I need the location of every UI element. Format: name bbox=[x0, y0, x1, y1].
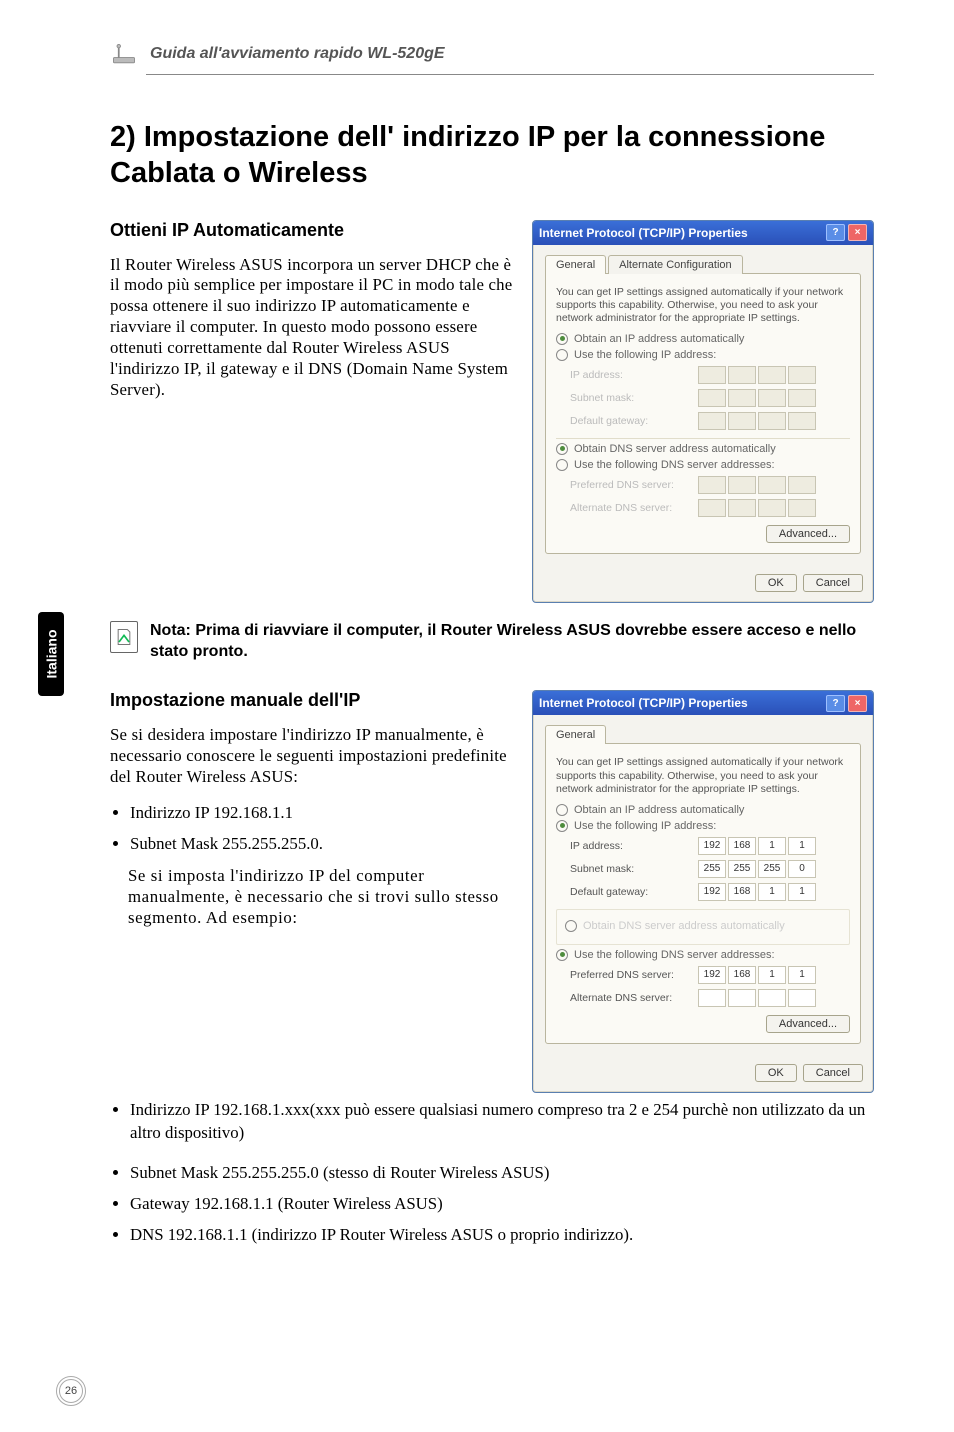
page-number: 26 bbox=[56, 1376, 86, 1406]
note-text: Nota: Prima di riavviare il computer, il… bbox=[150, 621, 874, 663]
lbl-alt-dns: Alternate DNS server: bbox=[570, 992, 690, 1004]
section2-bullets-b: Indirizzo IP 192.168.1.xxx(xxx può esser… bbox=[110, 1099, 874, 1246]
tcpip-dialog-manual: Internet Protocol (TCP/IP) Properties ? … bbox=[532, 690, 874, 1092]
tcpip-dialog-auto: Internet Protocol (TCP/IP) Properties ? … bbox=[532, 220, 874, 603]
list-item: Gateway 192.168.1.1 (Router Wireless ASU… bbox=[130, 1193, 874, 1216]
dialog1-title: Internet Protocol (TCP/IP) Properties bbox=[539, 226, 826, 240]
radio-use-dns[interactable] bbox=[556, 949, 568, 961]
tab-general[interactable]: General bbox=[545, 725, 606, 744]
label-auto-dns: Obtain DNS server address automatically bbox=[574, 443, 776, 455]
radio-auto-dns[interactable] bbox=[556, 443, 568, 455]
dialog1-titlebar: Internet Protocol (TCP/IP) Properties ? … bbox=[533, 221, 873, 245]
advanced-button[interactable]: Advanced... bbox=[766, 525, 850, 543]
dialog1-blurb: You can get IP settings assigned automat… bbox=[556, 286, 850, 325]
close-icon[interactable]: × bbox=[848, 224, 867, 241]
radio-use-ip[interactable] bbox=[556, 349, 568, 361]
radio-auto-ip[interactable] bbox=[556, 804, 568, 816]
ip-seg bbox=[698, 366, 726, 384]
lbl-ip: IP address: bbox=[570, 840, 690, 852]
lbl-subnet: Subnet mask: bbox=[570, 392, 690, 404]
header-underline bbox=[146, 74, 874, 75]
tab-general[interactable]: General bbox=[545, 255, 606, 274]
lbl-ip: IP address: bbox=[570, 369, 690, 381]
close-icon[interactable]: × bbox=[848, 695, 867, 712]
ip-seg[interactable]: 192 bbox=[698, 837, 726, 855]
dialog2-title: Internet Protocol (TCP/IP) Properties bbox=[539, 696, 826, 710]
label-use-dns: Use the following DNS server addresses: bbox=[574, 459, 775, 471]
note-icon bbox=[110, 621, 138, 653]
language-tab: Italiano bbox=[38, 612, 64, 696]
cancel-button[interactable]: Cancel bbox=[803, 1064, 863, 1082]
label-auto-ip: Obtain an IP address automatically bbox=[574, 333, 744, 345]
section1-paragraph: Il Router Wireless ASUS incorpora un ser… bbox=[110, 255, 518, 402]
help-icon[interactable]: ? bbox=[826, 695, 845, 712]
lbl-pref-dns: Preferred DNS server: bbox=[570, 969, 690, 981]
lbl-gateway: Default gateway: bbox=[570, 886, 690, 898]
radio-use-dns[interactable] bbox=[556, 459, 568, 471]
section2-bullets-a: Indirizzo IP 192.168.1.1 Subnet Mask 255… bbox=[110, 802, 518, 855]
section2-indent-para: Se si imposta l'indirizzo IP del compute… bbox=[128, 866, 518, 929]
ok-button[interactable]: OK bbox=[755, 574, 797, 592]
list-item: Indirizzo IP 192.168.1.xxx(xxx può esser… bbox=[130, 1099, 874, 1144]
label-use-ip: Use the following IP address: bbox=[574, 820, 716, 832]
label-use-ip: Use the following IP address: bbox=[574, 349, 716, 361]
tab-alternate[interactable]: Alternate Configuration bbox=[608, 255, 743, 274]
label-auto-dns: Obtain DNS server address automatically bbox=[583, 920, 785, 932]
radio-auto-ip[interactable] bbox=[556, 333, 568, 345]
section2-heading: Impostazione manuale dell'IP bbox=[110, 690, 518, 711]
dialog1-tabs: General Alternate Configuration bbox=[545, 255, 861, 274]
lbl-alt-dns: Alternate DNS server: bbox=[570, 502, 690, 514]
section1-heading: Ottieni IP Automaticamente bbox=[110, 220, 518, 241]
page-header: Guida all'avviamento rapido WL-520gE bbox=[110, 40, 874, 68]
ok-button[interactable]: OK bbox=[755, 1064, 797, 1082]
list-item: Subnet Mask 255.255.255.0 (stesso di Rou… bbox=[130, 1162, 874, 1185]
label-auto-ip: Obtain an IP address automatically bbox=[574, 804, 744, 816]
radio-auto-dns bbox=[565, 920, 577, 932]
list-item: Indirizzo IP 192.168.1.1 bbox=[130, 802, 518, 825]
radio-use-ip[interactable] bbox=[556, 820, 568, 832]
header-title: Guida all'avviamento rapido WL-520gE bbox=[150, 45, 445, 63]
list-item: Subnet Mask 255.255.255.0. bbox=[130, 833, 518, 856]
help-icon[interactable]: ? bbox=[826, 224, 845, 241]
dialog2-titlebar: Internet Protocol (TCP/IP) Properties ? … bbox=[533, 691, 873, 715]
dialog2-tabs: General bbox=[545, 725, 861, 744]
router-icon bbox=[110, 40, 138, 68]
list-item: DNS 192.168.1.1 (indirizzo IP Router Wir… bbox=[130, 1224, 874, 1247]
label-use-dns: Use the following DNS server addresses: bbox=[574, 949, 775, 961]
cancel-button[interactable]: Cancel bbox=[803, 574, 863, 592]
note-box: Nota: Prima di riavviare il computer, il… bbox=[110, 621, 874, 663]
lbl-subnet: Subnet mask: bbox=[570, 863, 690, 875]
lbl-gateway: Default gateway: bbox=[570, 415, 690, 427]
section2-paragraph: Se si desidera impostare l'indirizzo IP … bbox=[110, 725, 518, 788]
main-title: 2) Impostazione dell' indirizzo IP per l… bbox=[110, 119, 874, 192]
advanced-button[interactable]: Advanced... bbox=[766, 1015, 850, 1033]
lbl-pref-dns: Preferred DNS server: bbox=[570, 479, 690, 491]
dialog2-blurb: You can get IP settings assigned automat… bbox=[556, 756, 850, 795]
